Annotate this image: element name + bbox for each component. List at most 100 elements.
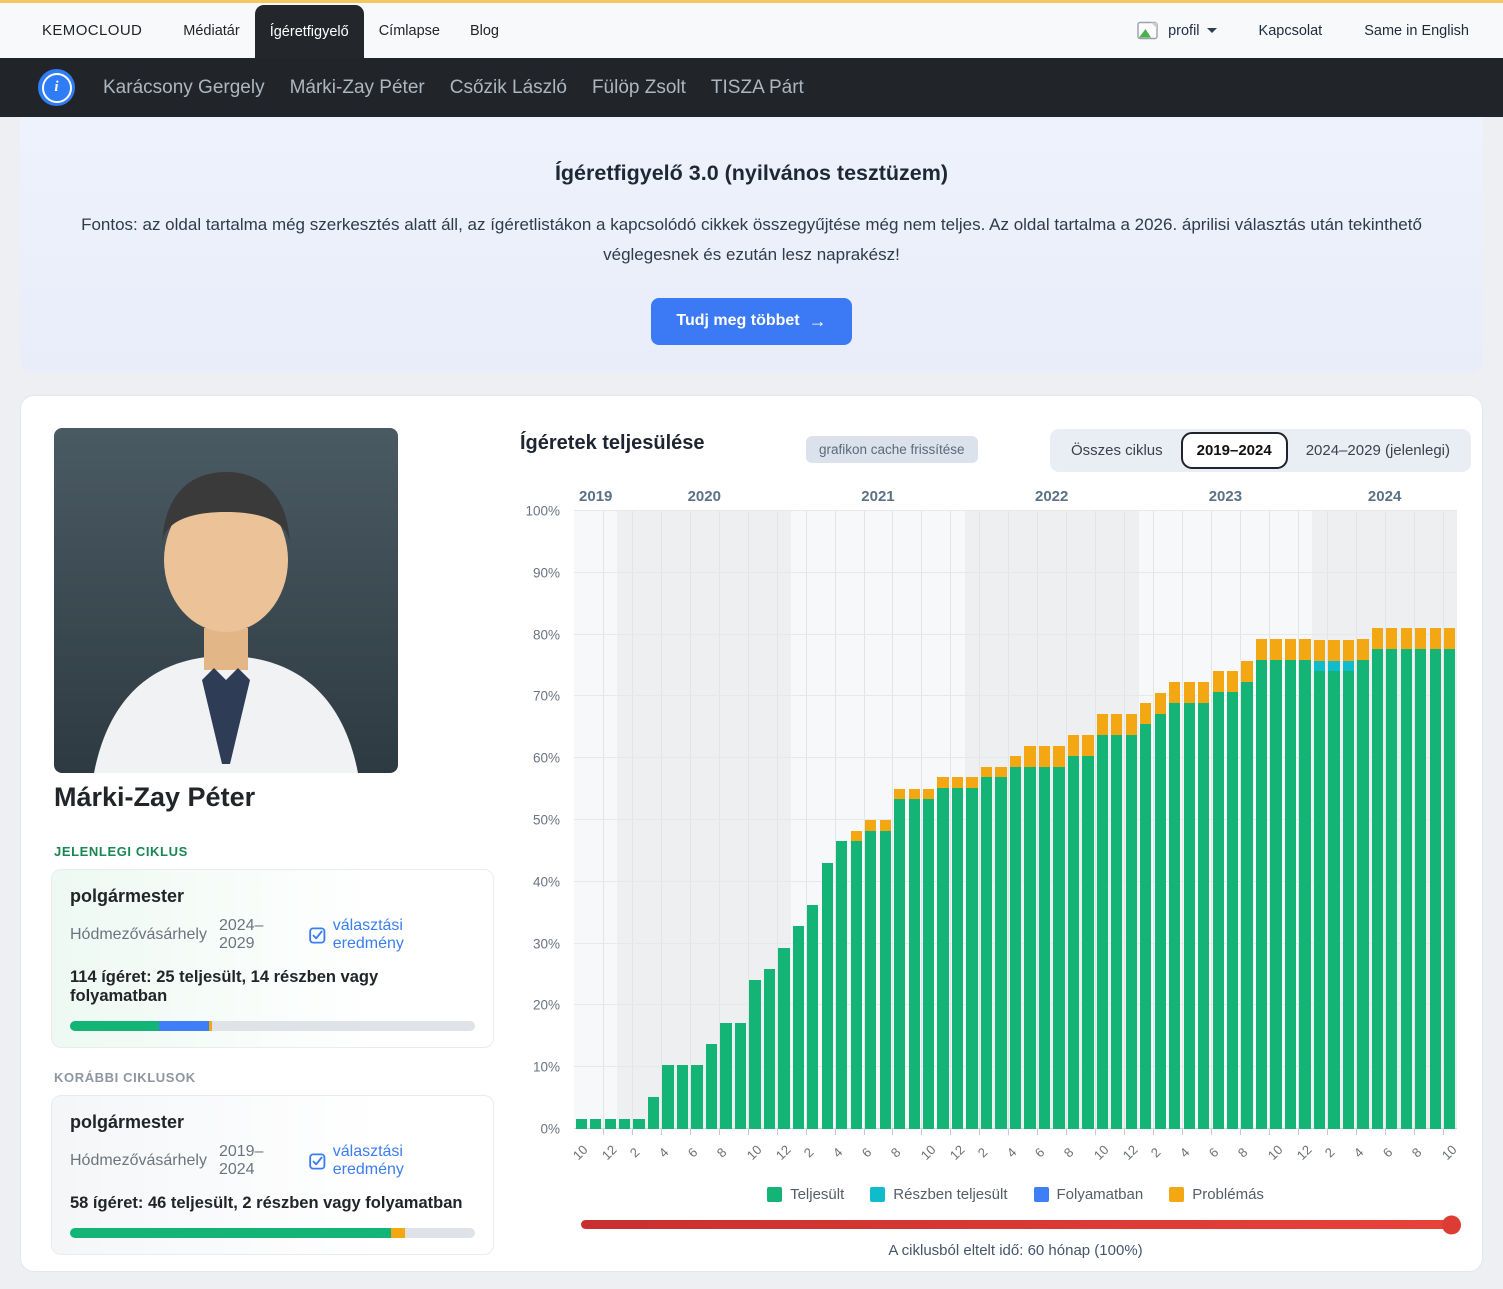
bar-segment (1213, 671, 1224, 692)
chart-bar[interactable] (981, 511, 992, 1129)
chart-bar[interactable] (1401, 511, 1412, 1129)
chart-bar[interactable] (749, 511, 760, 1129)
chart-bar[interactable] (894, 511, 905, 1129)
profile-dropdown[interactable]: profil (1168, 23, 1216, 39)
chart-bar[interactable] (1010, 511, 1021, 1129)
range-tab[interactable]: Összes ciklus (1055, 432, 1179, 469)
chart-bar[interactable] (1299, 511, 1310, 1129)
chart-bar[interactable] (995, 511, 1006, 1129)
chart-bar[interactable] (1039, 511, 1050, 1129)
legend-item[interactable]: Folyamatban (1034, 1186, 1144, 1203)
election-result-link[interactable]: választási eredmény (309, 1143, 475, 1179)
chart-bar[interactable] (764, 511, 775, 1129)
learn-more-button[interactable]: Tudj meg többet → (651, 298, 851, 345)
x-axis-label: 10 (1091, 1142, 1112, 1163)
chart-bar[interactable] (1198, 511, 1209, 1129)
chart-bar[interactable] (1241, 511, 1252, 1129)
chart-bar[interactable] (937, 511, 948, 1129)
chart-bar[interactable] (1285, 511, 1296, 1129)
chart-bar[interactable] (851, 511, 862, 1129)
chart-bar[interactable] (576, 511, 587, 1129)
subnav-item[interactable]: Fülöp Zsolt (592, 77, 686, 99)
chart-bar[interactable] (1213, 511, 1224, 1129)
chart-bar[interactable] (605, 511, 616, 1129)
chart-bar[interactable] (633, 511, 644, 1129)
legend-item[interactable]: Teljesült (767, 1186, 844, 1203)
chart-bar[interactable] (1169, 511, 1180, 1129)
chart-bar[interactable] (865, 511, 876, 1129)
x-axis-tick (835, 1129, 836, 1135)
chart-bar[interactable] (822, 511, 833, 1129)
topnav-item[interactable]: Ígéretfigyelő (255, 5, 364, 58)
topnav-item[interactable]: Médiatár (168, 3, 254, 58)
chart-bar[interactable] (966, 511, 977, 1129)
chart-bar[interactable] (1184, 511, 1195, 1129)
chart-bar[interactable] (1097, 511, 1108, 1129)
chart-bar[interactable] (1328, 511, 1339, 1129)
subnav-item[interactable]: Márki-Zay Péter (290, 77, 425, 99)
bar-segment (1343, 671, 1354, 1129)
chart-bar[interactable] (909, 511, 920, 1129)
chart-bar[interactable] (880, 511, 891, 1129)
chart-bar[interactable] (1155, 511, 1166, 1129)
subnav-item[interactable]: Karácsony Gergely (103, 77, 265, 99)
chart-bar[interactable] (590, 511, 601, 1129)
chart-bar[interactable] (691, 511, 702, 1129)
x-axis-tick (1298, 1129, 1299, 1135)
chart-bar[interactable] (1415, 511, 1426, 1129)
topnav-item[interactable]: Blog (455, 3, 514, 58)
chart-bar[interactable] (1386, 511, 1397, 1129)
chart-bar[interactable] (735, 511, 746, 1129)
chart-bar[interactable] (1126, 511, 1137, 1129)
politician-links: Karácsony Gergely Márki-Zay Péter Csőzik L… (103, 77, 804, 99)
election-result-link[interactable]: választási eredmény (309, 917, 475, 953)
x-axis-label: 8 (1235, 1145, 1251, 1161)
legend-item[interactable]: Részben teljesült (870, 1186, 1007, 1203)
chart-bar[interactable] (662, 511, 673, 1129)
subnav-item[interactable]: Csőzik László (450, 77, 567, 99)
info-icon[interactable]: i (38, 69, 75, 106)
range-tab[interactable]: 2024–2029 (jelenlegi) (1290, 432, 1466, 469)
cycle-summary: 114 ígéret: 25 teljesült, 14 részben vag… (70, 968, 475, 1006)
chart-bar[interactable] (793, 511, 804, 1129)
refresh-cache-button[interactable]: grafikon cache frissítése (806, 436, 978, 463)
chart-bar[interactable] (720, 511, 731, 1129)
chart-bar[interactable] (1430, 511, 1441, 1129)
bar-segment (1285, 639, 1296, 660)
chart-bar[interactable] (1444, 511, 1455, 1129)
chart-bar[interactable] (952, 511, 963, 1129)
chart-bar[interactable] (1270, 511, 1281, 1129)
legend-item[interactable]: Problémás (1169, 1186, 1264, 1203)
checkbox-check-icon (309, 927, 326, 944)
subnav-item[interactable]: TISZA Párt (711, 77, 804, 99)
chart-bar[interactable] (778, 511, 789, 1129)
language-link[interactable]: Same in English (1364, 23, 1469, 39)
topnav-item[interactable]: Címlapse (364, 3, 455, 58)
brand-logo[interactable]: KEMOCLOUD (42, 22, 142, 39)
time-slider[interactable] (581, 1220, 1457, 1229)
chart-bar[interactable] (1256, 511, 1267, 1129)
chart-bar[interactable] (1024, 511, 1035, 1129)
chart-bar[interactable] (1082, 511, 1093, 1129)
chart-bar[interactable] (1372, 511, 1383, 1129)
chart-bar[interactable] (648, 511, 659, 1129)
chart-bar[interactable] (836, 511, 847, 1129)
chart-bar[interactable] (706, 511, 717, 1129)
chart-bar[interactable] (1314, 511, 1325, 1129)
chart-bar[interactable] (1111, 511, 1122, 1129)
chart-bar[interactable] (1140, 511, 1151, 1129)
slider-handle[interactable] (1442, 1215, 1461, 1234)
contact-link[interactable]: Kapcsolat (1259, 23, 1323, 39)
chart-bar[interactable] (1343, 511, 1354, 1129)
chart-bar[interactable] (1357, 511, 1368, 1129)
chart-bar[interactable] (807, 511, 818, 1129)
range-tab[interactable]: 2019–2024 (1181, 432, 1288, 469)
chart-bar[interactable] (1068, 511, 1079, 1129)
chart-bar[interactable] (619, 511, 630, 1129)
chart-bar[interactable] (1227, 511, 1238, 1129)
chart-bar[interactable] (1053, 511, 1064, 1129)
chart-bar[interactable] (923, 511, 934, 1129)
x-axis-label: 4 (656, 1145, 672, 1161)
chart-bar[interactable] (677, 511, 688, 1129)
year-label: 2020 (688, 488, 721, 505)
